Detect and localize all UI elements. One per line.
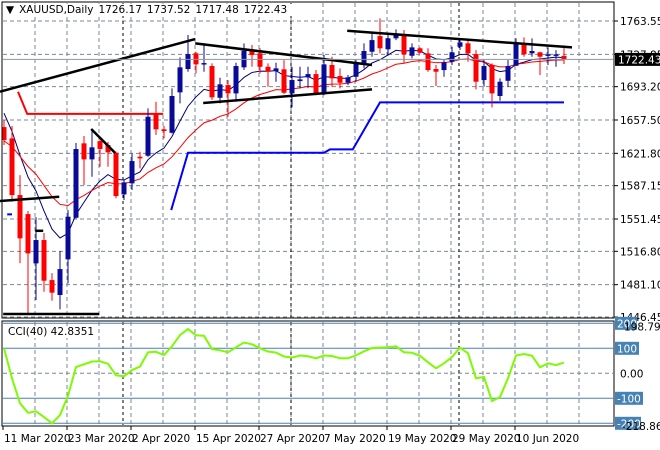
bearish-candle-body (281, 69, 287, 93)
bearish-candle-body (41, 240, 47, 281)
bearish-candle-body (153, 114, 159, 130)
bullish-candle-body (169, 96, 175, 133)
cci-level-label: -100 (617, 393, 641, 405)
bullish-candle-body (345, 77, 351, 83)
bearish-candle-body (337, 76, 343, 83)
bearish-candle-body (425, 53, 431, 71)
date-label: 27 Apr 2020 (260, 433, 325, 445)
date-label: 15 Apr 2020 (196, 433, 261, 445)
symbol-label: XAUUSD,Daily (19, 4, 94, 16)
bullish-candle-body (545, 54, 551, 56)
bullish-candle-body (513, 43, 519, 66)
price-label: 1621.80 (620, 148, 660, 160)
bearish-candle-body (561, 55, 567, 60)
bullish-candle-body (65, 216, 71, 260)
bearish-candle-body (401, 35, 407, 55)
bullish-candle-body (481, 66, 487, 81)
triangle-down-icon[interactable]: ▼ (6, 4, 14, 16)
bearish-candle-body (49, 280, 55, 293)
bullish-candle-body (145, 116, 151, 156)
bullish-candle-body (497, 81, 503, 97)
date-label: 7 May 2020 (324, 433, 386, 445)
bullish-candle-body (201, 63, 207, 65)
price-label: 1587.15 (620, 181, 660, 193)
bullish-candle-body (369, 40, 375, 52)
bullish-candle-body (89, 147, 95, 160)
price-label: 1481.10 (620, 280, 660, 292)
date-label: 19 May 2020 (388, 433, 456, 445)
price-label: 1763.55 (620, 16, 660, 28)
cci-label: CCI(40) 42.8351 (8, 326, 95, 338)
bearish-candle-body (489, 65, 495, 94)
bullish-candle-body (121, 182, 127, 195)
bearish-candle-body (9, 138, 15, 196)
bearish-candle-body (225, 85, 231, 94)
date-label: 2 Apr 2020 (132, 433, 190, 445)
cci-max-label: 198.7941 (624, 322, 660, 334)
bearish-candle-body (265, 66, 271, 72)
price-label: 1657.50 (620, 115, 660, 127)
price-chart[interactable]: 1763.551727.851693.201657.501621.801587.… (0, 0, 660, 450)
bullish-candle-body (353, 63, 359, 77)
bullish-candle-body (289, 80, 295, 94)
price-label: 1551.45 (620, 214, 660, 226)
bearish-candle-body (113, 152, 119, 197)
bullish-candle-body (553, 54, 559, 56)
price-label: 1516.80 (620, 246, 660, 258)
bearish-candle-body (97, 141, 103, 150)
bullish-candle-body (57, 269, 63, 296)
bearish-candle-body (433, 69, 439, 72)
bearish-candle-body (81, 143, 87, 160)
date-label: 10 Jun 2020 (516, 433, 579, 445)
bullish-candle-body (177, 67, 183, 93)
low-value: 1717.48 (195, 4, 239, 16)
cci-level-label: 100 (617, 343, 637, 355)
bullish-candle-body (233, 66, 239, 94)
bullish-candle-body (529, 51, 535, 54)
high-value: 1737.52 (146, 4, 191, 16)
bullish-candle-body (305, 74, 311, 78)
bearish-candle-body (193, 53, 199, 65)
bearish-candle-body (17, 195, 23, 239)
bearish-candle-body (161, 129, 167, 132)
bearish-candle-body (137, 156, 143, 159)
bearish-candle-body (465, 43, 471, 54)
bearish-candle-body (417, 48, 423, 53)
date-label: 11 Mar 2020 (4, 433, 71, 445)
cci-min-label: -218.867 (622, 421, 660, 433)
bullish-candle-body (409, 47, 415, 56)
bullish-candle-body (457, 42, 463, 47)
bullish-candle-body (185, 54, 191, 70)
bullish-candle-body (217, 84, 223, 98)
bullish-candle-body (441, 62, 447, 71)
open-value: 1726.17 (98, 4, 142, 16)
bullish-candle-body (33, 240, 39, 264)
bullish-candle-body (129, 161, 135, 184)
bearish-candle-body (329, 65, 335, 79)
bearish-candle-body (25, 214, 31, 254)
bearish-candle-body (313, 74, 319, 94)
date-label: 23 Mar 2020 (68, 433, 135, 445)
bullish-candle-body (297, 79, 303, 82)
bullish-candle-body (505, 66, 511, 81)
bearish-candle-body (473, 54, 479, 82)
cci-zero-label: 0.00 (620, 368, 643, 380)
bearish-candle-body (209, 66, 215, 98)
bearish-candle-body (257, 53, 263, 67)
bullish-candle-body (385, 38, 391, 50)
bullish-candle-body (321, 64, 327, 95)
price-label: 1693.20 (620, 82, 660, 94)
chart-header: ▼ XAUUSD,Daily 1726.17 1737.52 1717.48 1722.4… (6, 4, 295, 16)
bullish-candle-body (73, 149, 79, 218)
bearish-candle-body (377, 36, 383, 49)
close-value: 1722.43 (243, 4, 288, 16)
bullish-candle-body (273, 68, 279, 72)
bullish-candle-body (449, 52, 455, 62)
current-price-label: 1722.43 (618, 54, 660, 66)
bearish-candle-body (537, 52, 543, 57)
date-label: 29 May 2020 (452, 433, 520, 445)
